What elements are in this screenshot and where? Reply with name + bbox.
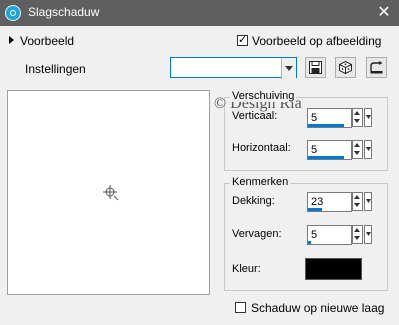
chevron-down-icon (366, 199, 371, 203)
cube-icon (339, 61, 352, 74)
blur-level-bar (308, 241, 311, 244)
vertical-spinner[interactable] (352, 108, 363, 127)
horizontal-dropdown-button[interactable] (364, 140, 372, 159)
opacity-dropdown-button[interactable] (364, 192, 372, 211)
reset-button[interactable] (366, 57, 387, 78)
blur-label: Vervagen: (232, 228, 282, 240)
expand-triangle-icon[interactable] (9, 36, 14, 44)
spin-down-icon[interactable] (353, 235, 362, 243)
opacity-label: Dekking: (232, 195, 275, 207)
chevron-down-icon (366, 232, 371, 236)
spin-down-icon[interactable] (353, 202, 362, 210)
spin-up-icon[interactable] (353, 193, 362, 201)
preview-area[interactable] (7, 90, 210, 295)
new-layer-label[interactable]: Schaduw op nieuwe laag (251, 301, 384, 315)
opacity-spinner[interactable] (352, 192, 363, 211)
spin-down-icon[interactable] (353, 118, 362, 126)
spin-up-icon[interactable] (353, 141, 362, 149)
new-layer-checkbox[interactable] (235, 302, 246, 313)
reset-icon (370, 61, 383, 74)
vertical-label: Verticaal: (232, 110, 278, 122)
chevron-down-icon (366, 115, 371, 119)
crosshair-cursor-icon (103, 185, 119, 201)
vertical-dropdown-button[interactable] (364, 108, 372, 127)
opacity-input[interactable]: 23 (307, 192, 352, 212)
blur-dropdown-button[interactable] (364, 225, 372, 244)
horizontal-label: Horizontaal: (232, 142, 291, 154)
offset-group-title: Verschuiving (230, 90, 297, 102)
spin-down-icon[interactable] (353, 150, 362, 158)
title-bar: Slagschaduw ✕ (0, 0, 399, 26)
vertical-value: 5 (311, 112, 318, 124)
chevron-down-icon (366, 147, 371, 151)
color-label: Kleur: (232, 263, 261, 275)
preview-on-image-label[interactable]: Voorbeeld op afbeelding (252, 34, 381, 48)
preview-on-image-checkbox[interactable] (237, 33, 248, 46)
preview-toggle-label[interactable]: Voorbeeld (20, 34, 74, 48)
save-preset-button[interactable] (305, 57, 326, 78)
vertical-level-bar (308, 124, 344, 127)
color-swatch[interactable] (305, 258, 362, 280)
blur-spinner[interactable] (352, 225, 363, 244)
chevron-down-icon[interactable] (281, 58, 296, 79)
save-icon (309, 61, 322, 74)
horizontal-level-bar (308, 156, 344, 159)
randomize-button[interactable] (335, 57, 356, 78)
spin-up-icon[interactable] (353, 226, 362, 234)
opacity-value: 23 (311, 196, 324, 208)
vertical-input[interactable]: 5 (307, 108, 352, 128)
close-button[interactable]: ✕ (371, 2, 397, 24)
settings-dropdown[interactable] (170, 57, 297, 79)
app-icon (5, 5, 21, 21)
blur-input[interactable]: 5 (307, 225, 352, 245)
horizontal-input[interactable]: 5 (307, 140, 352, 160)
blur-value: 5 (311, 229, 318, 241)
spin-up-icon[interactable] (353, 109, 362, 117)
horizontal-spinner[interactable] (352, 140, 363, 159)
opacity-level-bar (308, 208, 322, 211)
window-title: Slagschaduw (28, 5, 100, 19)
properties-group-title: Kenmerken (230, 176, 291, 188)
horizontal-value: 5 (311, 144, 318, 156)
settings-label: Instellingen (25, 62, 86, 76)
